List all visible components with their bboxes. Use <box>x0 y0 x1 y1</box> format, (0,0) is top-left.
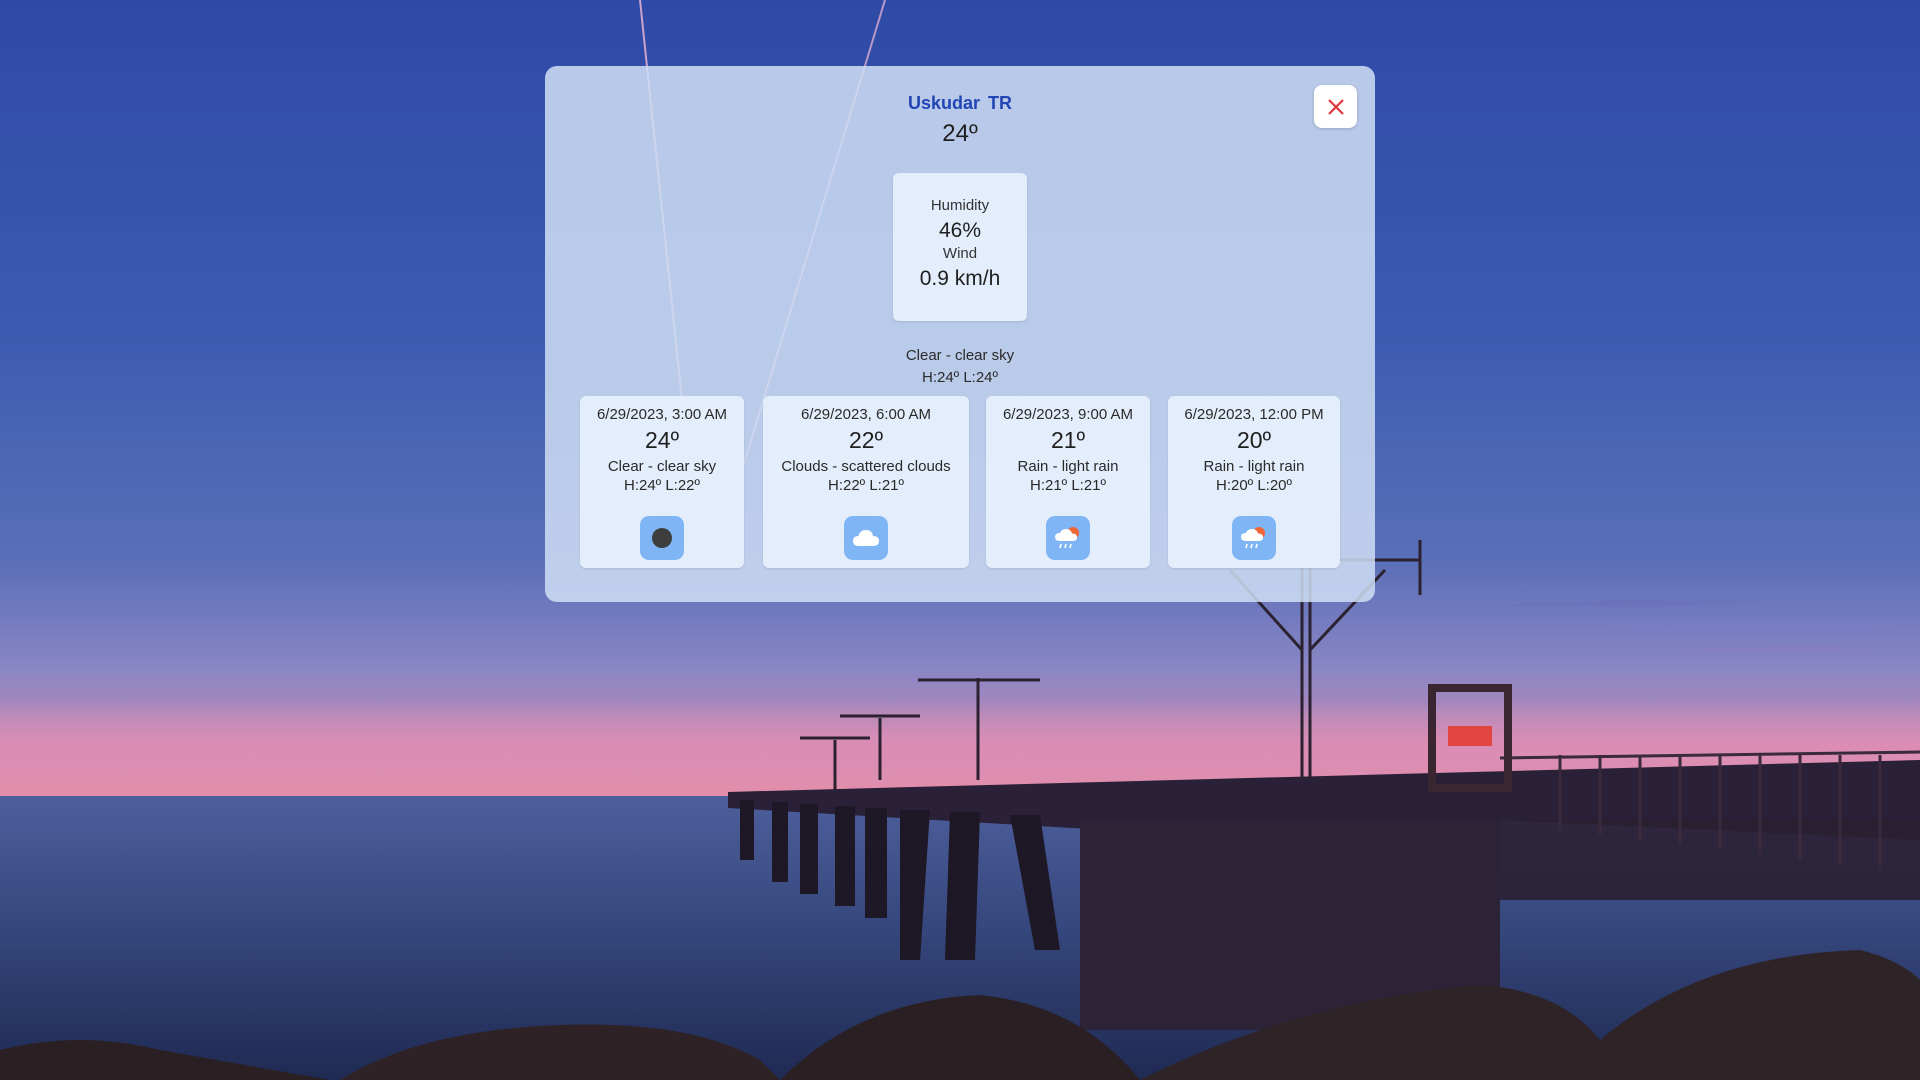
forecast-temperature: 22º <box>849 427 883 453</box>
forecast-high-low: H:22º L:21º <box>827 477 904 494</box>
forecast-high-low: H:24º L:22º <box>623 477 700 494</box>
forecast-temperature: 21º <box>1051 427 1085 453</box>
forecast-condition: Clear - clear sky <box>607 458 717 475</box>
forecast-high-low: H:20º L:20º <box>1215 477 1292 494</box>
conditions-card: Humidity 46% Wind 0.9 km/h <box>893 173 1027 321</box>
forecast-condition: Clouds - scattered clouds <box>781 458 951 475</box>
rain-sun-icon <box>1046 516 1090 560</box>
forecast-high-low: H:21º L:21º <box>1029 477 1106 494</box>
location-title: Uskudar TR <box>545 93 1375 114</box>
forecast-card: 6/29/2023, 12:00 PM 20º Rain - light rai… <box>1168 396 1340 568</box>
forecast-condition: Rain - light rain <box>1017 458 1119 475</box>
humidity-label: Humidity <box>930 197 990 214</box>
forecast-card: 6/29/2023, 3:00 AM 24º Clear - clear sky… <box>580 396 744 568</box>
city-name: Uskudar <box>907 93 981 113</box>
forecast-datetime: 6/29/2023, 9:00 AM <box>1002 406 1134 423</box>
humidity-value: 46% <box>938 219 982 242</box>
forecast-temperature: 20º <box>1237 427 1271 453</box>
forecast-datetime: 6/29/2023, 12:00 PM <box>1184 406 1324 423</box>
forecast-condition: Rain - light rain <box>1203 458 1305 475</box>
forecast-card: 6/29/2023, 9:00 AM 21º Rain - light rain… <box>986 396 1150 568</box>
wind-label: Wind <box>942 245 978 262</box>
clear-night-icon <box>640 516 684 560</box>
rain-sun-icon <box>1232 516 1276 560</box>
forecast-datetime: 6/29/2023, 3:00 AM <box>596 406 728 423</box>
forecast-datetime: 6/29/2023, 6:00 AM <box>800 406 932 423</box>
current-temperature: 24º <box>942 120 978 147</box>
weather-panel: Uskudar TR 24º Humidity 46% Wind 0.9 km/h… <box>545 66 1375 602</box>
current-summary: Clear - clear sky H:24º L:24º <box>545 345 1375 389</box>
cloud-icon <box>844 516 888 560</box>
current-high-low: H:24º L:24º <box>921 369 998 386</box>
forecast-card: 6/29/2023, 6:00 AM 22º Clouds - scattere… <box>763 396 969 568</box>
wind-value: 0.9 km/h <box>919 267 1001 290</box>
forecast-temperature: 24º <box>645 427 679 453</box>
country-code: TR <box>988 93 1013 113</box>
current-condition: Clear - clear sky <box>905 347 1015 364</box>
